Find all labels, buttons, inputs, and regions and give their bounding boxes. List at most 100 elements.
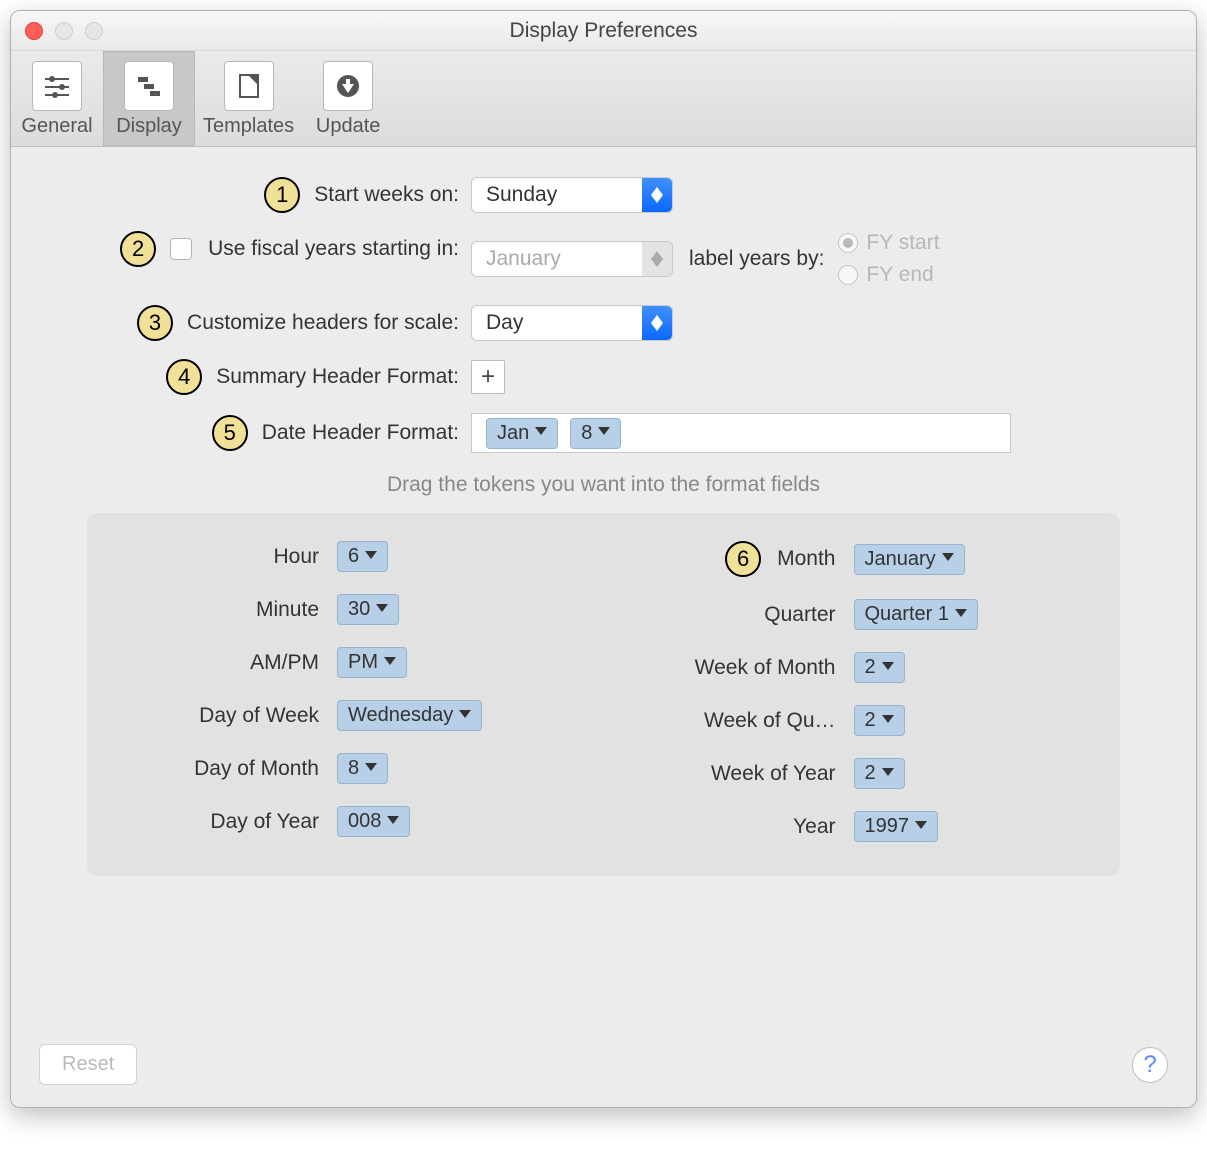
chevron-down-icon	[376, 604, 388, 616]
chevron-down-icon	[942, 553, 954, 565]
weekofmonth-label: Week of Month	[624, 656, 854, 680]
plus-icon: +	[481, 363, 495, 391]
radio-icon	[838, 265, 858, 285]
ampm-label: AM/PM	[127, 651, 337, 675]
add-summary-header-button[interactable]: +	[471, 360, 505, 394]
chevron-down-icon	[387, 816, 399, 828]
steps-icon	[124, 61, 174, 111]
token-day[interactable]: 8	[570, 418, 621, 449]
token-month[interactable]: Jan	[486, 418, 558, 449]
token-hour[interactable]: 6	[337, 541, 388, 572]
chevron-down-icon	[955, 609, 967, 621]
help-icon: ?	[1143, 1051, 1156, 1079]
window-title: Display Preferences	[510, 19, 698, 43]
token-column-right: 6 Month January QuarterQuarter 1 Week of…	[624, 541, 1081, 842]
token-year[interactable]: 1997	[854, 811, 939, 842]
sliders-icon	[32, 61, 82, 111]
token-quarter[interactable]: Quarter 1	[854, 599, 978, 630]
weekofquarter-label: Week of Qu…	[624, 709, 854, 733]
chevron-down-icon	[535, 427, 547, 439]
toolbar-item-templates[interactable]: Templates	[195, 51, 302, 146]
quarter-label: Quarter	[624, 603, 854, 627]
token-weekofyear[interactable]: 2	[854, 758, 905, 789]
start-weeks-on-select[interactable]: Sunday	[471, 177, 673, 213]
year-label: Year	[624, 815, 854, 839]
help-button[interactable]: ?	[1132, 1047, 1168, 1083]
chevron-down-icon	[882, 715, 894, 727]
annotation-1: 1	[264, 177, 300, 213]
toolbar-item-label: Templates	[203, 115, 294, 138]
token-dayofmonth[interactable]: 8	[337, 753, 388, 784]
download-icon	[323, 61, 373, 111]
chevron-down-icon	[915, 821, 927, 833]
traffic-lights	[25, 22, 103, 40]
toolbar-item-update[interactable]: Update	[302, 51, 394, 146]
fiscal-month-value: January	[472, 242, 642, 276]
date-header-label: Date Header Format:	[262, 421, 459, 445]
token-ampm[interactable]: PM	[337, 647, 407, 678]
annotation-4: 4	[166, 359, 202, 395]
toolbar-item-display[interactable]: Display	[103, 51, 195, 146]
footer: Reset ?	[39, 1044, 1168, 1085]
fy-end-label: FY end	[866, 263, 933, 287]
toolbar-item-label: Display	[116, 115, 182, 138]
annotation-2: 2	[120, 231, 156, 267]
fy-end-radio[interactable]: FY end	[838, 263, 939, 287]
annotation-3: 3	[137, 305, 173, 341]
reset-button[interactable]: Reset	[39, 1044, 137, 1085]
token-dayofyear[interactable]: 008	[337, 806, 410, 837]
token-column-left: Hour6 Minute30 AM/PMPM Day of WeekWednes…	[127, 541, 584, 842]
dayofyear-label: Day of Year	[127, 810, 337, 834]
date-header-format-field[interactable]: Jan 8	[471, 413, 1011, 453]
chevron-down-icon	[882, 662, 894, 674]
maximize-icon[interactable]	[85, 22, 103, 40]
fy-start-label: FY start	[866, 231, 939, 255]
annotation-5: 5	[212, 415, 248, 451]
fy-start-radio[interactable]: FY start	[838, 231, 939, 255]
weekofyear-label: Week of Year	[624, 762, 854, 786]
token-month-full[interactable]: January	[854, 544, 965, 575]
token-palette: Hour6 Minute30 AM/PMPM Day of WeekWednes…	[87, 513, 1120, 876]
radio-icon	[838, 233, 858, 253]
dayofmonth-label: Day of Month	[127, 757, 337, 781]
annotation-6: 6	[725, 541, 761, 577]
minute-label: Minute	[127, 598, 337, 622]
toolbar: General Display Templates Update	[11, 51, 1196, 147]
toolbar-item-general[interactable]: General	[11, 51, 103, 146]
label-years-by: label years by:	[689, 247, 824, 271]
titlebar: Display Preferences	[11, 11, 1196, 51]
chevron-down-icon	[882, 768, 894, 780]
token-dayofweek[interactable]: Wednesday	[337, 700, 482, 731]
customize-headers-label: Customize headers for scale:	[187, 311, 459, 335]
chevron-down-icon	[365, 763, 377, 775]
drag-hint: Drag the tokens you want into the format…	[31, 473, 1176, 497]
chevron-down-icon	[365, 551, 377, 563]
token-weekofquarter[interactable]: 2	[854, 705, 905, 736]
chevron-down-icon	[598, 427, 610, 439]
chevron-up-down-icon	[642, 306, 672, 340]
customize-scale-value: Day	[472, 306, 642, 340]
dayofweek-label: Day of Week	[127, 704, 337, 728]
start-weeks-on-value: Sunday	[472, 178, 642, 212]
hour-label: Hour	[127, 545, 337, 569]
preferences-window: Display Preferences General Display Temp…	[10, 10, 1197, 1108]
month-label: Month	[777, 547, 835, 571]
toolbar-item-label: Update	[316, 115, 381, 138]
token-weekofmonth[interactable]: 2	[854, 652, 905, 683]
template-icon	[224, 61, 274, 111]
toolbar-item-label: General	[21, 115, 92, 138]
use-fiscal-checkbox[interactable]	[170, 238, 192, 260]
summary-header-label: Summary Header Format:	[216, 365, 459, 389]
chevron-up-down-icon	[642, 242, 672, 276]
use-fiscal-label: Use fiscal years starting in:	[208, 237, 459, 261]
token-minute[interactable]: 30	[337, 594, 399, 625]
chevron-down-icon	[459, 710, 471, 722]
chevron-up-down-icon	[642, 178, 672, 212]
start-weeks-on-label: Start weeks on:	[314, 183, 459, 207]
fiscal-month-select[interactable]: January	[471, 241, 673, 277]
content-area: 1 Start weeks on: Sunday 2 Use fiscal ye…	[11, 147, 1196, 1107]
close-icon[interactable]	[25, 22, 43, 40]
customize-scale-select[interactable]: Day	[471, 305, 673, 341]
minimize-icon[interactable]	[55, 22, 73, 40]
chevron-down-icon	[384, 657, 396, 669]
